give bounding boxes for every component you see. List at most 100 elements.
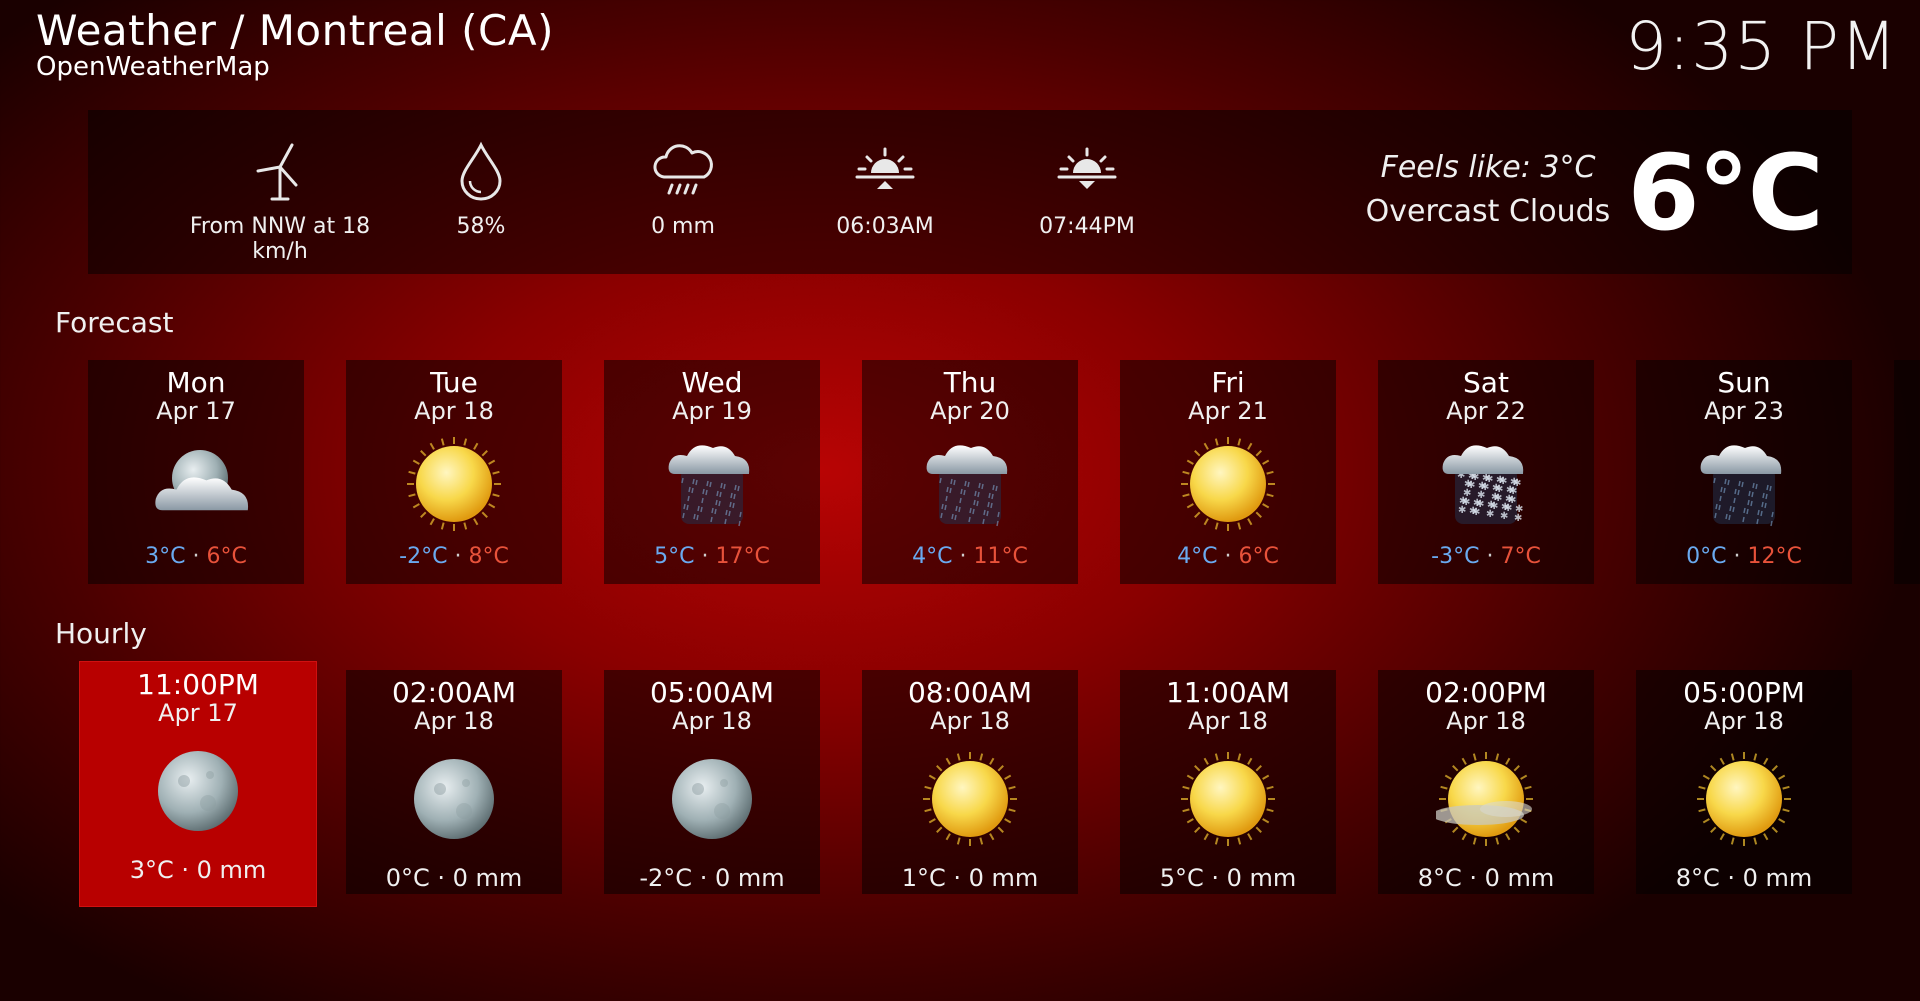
precipitation-value: 0 mm bbox=[651, 214, 715, 239]
forecast-day-name: Tue bbox=[430, 366, 478, 399]
hourly-card[interactable]: 02:00AM Apr 18 0°C · 0 mm bbox=[346, 670, 562, 894]
sunrise-value: 06:03AM bbox=[836, 214, 934, 239]
forecast-low: 3°C bbox=[145, 544, 186, 569]
humidity-value: 58% bbox=[456, 214, 506, 239]
hourly-summary: 0°C · 0 mm bbox=[385, 864, 523, 892]
forecast-day-card[interactable]: Sat Apr 22 ✱ ✱ ✱ ✱ ✱ ✱ ✱ ✱ ✱ ✱ ✱ ✱ ✱ ✱ ✱ ✱ ✱ ✱ ✱ ✱ ✱ ✱ ✱ ✱ ✱ ✱ ✱ ✱ ✱… bbox=[1378, 360, 1594, 584]
hourly-summary: 8°C · 0 mm bbox=[1675, 864, 1813, 892]
humidity-drop-icon bbox=[381, 138, 581, 204]
svg-text:✱: ✱ bbox=[1487, 500, 1495, 511]
hourly-time: 02:00PM bbox=[1425, 676, 1547, 709]
current-conditions-panel: From NNW at 18 km/h 58% 0 mm 06:03AM 07:… bbox=[88, 110, 1852, 274]
forecast-temps: 0°C · 12°C bbox=[1636, 544, 1852, 569]
hourly-date: Apr 18 bbox=[1188, 707, 1268, 735]
forecast-low: -2°C bbox=[399, 544, 448, 569]
forecast-day-name: Sun bbox=[1717, 366, 1771, 399]
hourly-card[interactable]: 11:00AM Apr 18 5°C · 0 mm bbox=[1120, 670, 1336, 894]
precipitation-stat: 0 mm bbox=[583, 138, 783, 239]
sunset-value: 07:44PM bbox=[1039, 214, 1135, 239]
clock: 9:35 PM bbox=[1625, 8, 1898, 85]
forecast-day-name: Mon bbox=[166, 366, 226, 399]
sunrise-icon bbox=[785, 138, 985, 204]
moon-icon bbox=[604, 734, 820, 864]
forecast-day-card[interactable]: Sun Apr 23 0°C · 12°C bbox=[1636, 360, 1852, 584]
forecast-day-card[interactable]: Thu Apr 20 4°C · 11°C bbox=[862, 360, 1078, 584]
separator: · bbox=[1733, 544, 1741, 569]
hourly-date: Apr 18 bbox=[414, 707, 494, 735]
sunset-stat: 07:44PM bbox=[987, 138, 1187, 239]
forecast-day-name: Fri bbox=[1211, 366, 1245, 399]
sunset-icon bbox=[987, 138, 1187, 204]
sun-icon bbox=[346, 424, 562, 544]
hourly-time: 08:00AM bbox=[907, 676, 1032, 709]
forecast-day-card[interactable]: Tue Apr 18 -2°C · 8°C bbox=[346, 360, 562, 584]
forecast-low: 4°C bbox=[912, 544, 953, 569]
forecast-low: 5°C bbox=[654, 544, 695, 569]
rain-cloud-icon bbox=[862, 424, 1078, 544]
moon-icon bbox=[80, 726, 316, 856]
rain-cloud-icon bbox=[1636, 424, 1852, 544]
sun-icon bbox=[1120, 424, 1336, 544]
forecast-low: -3°C bbox=[1431, 544, 1480, 569]
forecast-day-name: Wed bbox=[681, 366, 743, 399]
forecast-high: 7°C bbox=[1500, 544, 1541, 569]
svg-text:✱: ✱ bbox=[1501, 502, 1509, 513]
separator: · bbox=[959, 544, 967, 569]
sun-icon bbox=[1120, 734, 1336, 864]
forecast-low: 4°C bbox=[1177, 544, 1218, 569]
svg-text:✱: ✱ bbox=[1459, 496, 1467, 507]
hourly-summary: -2°C · 0 mm bbox=[639, 864, 785, 892]
forecast-day-name: Thu bbox=[943, 366, 997, 399]
hourly-date: Apr 18 bbox=[930, 707, 1010, 735]
forecast-high: 12°C bbox=[1747, 544, 1802, 569]
hourly-date: Apr 18 bbox=[1446, 707, 1526, 735]
hourly-date: Apr 18 bbox=[672, 707, 752, 735]
forecast-high: 6°C bbox=[1238, 544, 1279, 569]
sun-icon bbox=[1636, 734, 1852, 864]
wind-stat: From NNW at 18 km/h bbox=[180, 138, 380, 264]
hourly-card-selected[interactable]: 11:00PM Apr 17 3°C · 0 mm bbox=[80, 662, 316, 906]
forecast-temps: 4°C · 11°C bbox=[862, 544, 1078, 569]
hourly-time: 05:00AM bbox=[649, 676, 774, 709]
current-temperature: 6°C bbox=[1627, 132, 1824, 254]
separator: · bbox=[1486, 544, 1494, 569]
svg-text:✱: ✱ bbox=[1478, 481, 1486, 492]
forecast-high: 8°C bbox=[468, 544, 509, 569]
moon-icon bbox=[346, 734, 562, 864]
hourly-card[interactable]: 05:00PM Apr 18 8°C · 0 mm bbox=[1636, 670, 1852, 894]
hourly-card[interactable]: 02:00PM Apr 18 8°C · 0 mm bbox=[1378, 670, 1594, 894]
forecast-high: 11°C bbox=[973, 544, 1028, 569]
hourly-time: 05:00PM bbox=[1683, 676, 1805, 709]
separator: · bbox=[1224, 544, 1232, 569]
hourly-summary: 3°C · 0 mm bbox=[129, 856, 267, 884]
hourly-summary: 5°C · 0 mm bbox=[1159, 864, 1297, 892]
wind-value: From NNW at 18 km/h bbox=[189, 214, 371, 264]
forecast-temps: -3°C · 7°C bbox=[1378, 544, 1594, 569]
forecast-day-card[interactable]: Wed Apr 19 5°C · 17°C bbox=[604, 360, 820, 584]
hourly-card[interactable]: 05:00AM Apr 18 -2°C · 0 mm bbox=[604, 670, 820, 894]
separator: · bbox=[701, 544, 709, 569]
forecast-date: Apr 18 bbox=[414, 397, 494, 425]
forecast-date: Apr 23 bbox=[1704, 397, 1784, 425]
forecast-day-card[interactable]: Fri Apr 21 4°C · 6°C bbox=[1120, 360, 1336, 584]
sunrise-stat: 06:03AM bbox=[785, 138, 985, 239]
wind-turbine-icon bbox=[180, 138, 380, 204]
forecast-date: Apr 21 bbox=[1188, 397, 1268, 425]
forecast-overflow-card[interactable] bbox=[1894, 360, 1920, 584]
rain-cloud-icon bbox=[583, 138, 783, 204]
forecast-day-name: Sat bbox=[1463, 366, 1509, 399]
hourly-date: Apr 18 bbox=[1704, 707, 1784, 735]
page-title: Weather / Montreal (CA) bbox=[36, 6, 554, 55]
separator: · bbox=[454, 544, 462, 569]
rain-cloud-icon bbox=[604, 424, 820, 544]
snow-cloud-icon: ✱ ✱ ✱ ✱ ✱ ✱ ✱ ✱ ✱ ✱ ✱ ✱ ✱ ✱ ✱ ✱ ✱ ✱ ✱ ✱ ✱ ✱ ✱ ✱ ✱ ✱ ✱ ✱ ✱ ✱ ✱ ✱ ✱ ✱ ✱ ✱ ✱ ✱ bbox=[1378, 424, 1594, 544]
svg-text:✱: ✱ bbox=[1515, 504, 1523, 515]
forecast-temps: -2°C · 8°C bbox=[346, 544, 562, 569]
forecast-day-card[interactable]: Mon Apr 17 3°C · 6°C bbox=[88, 360, 304, 584]
hourly-label: Hourly bbox=[55, 617, 147, 650]
svg-text:✱: ✱ bbox=[1506, 485, 1514, 496]
svg-text:✱: ✱ bbox=[1464, 479, 1472, 490]
hourly-card[interactable]: 08:00AM Apr 18 1°C · 0 mm bbox=[862, 670, 1078, 894]
forecast-high: 6°C bbox=[206, 544, 247, 569]
forecast-temps: 5°C · 17°C bbox=[604, 544, 820, 569]
